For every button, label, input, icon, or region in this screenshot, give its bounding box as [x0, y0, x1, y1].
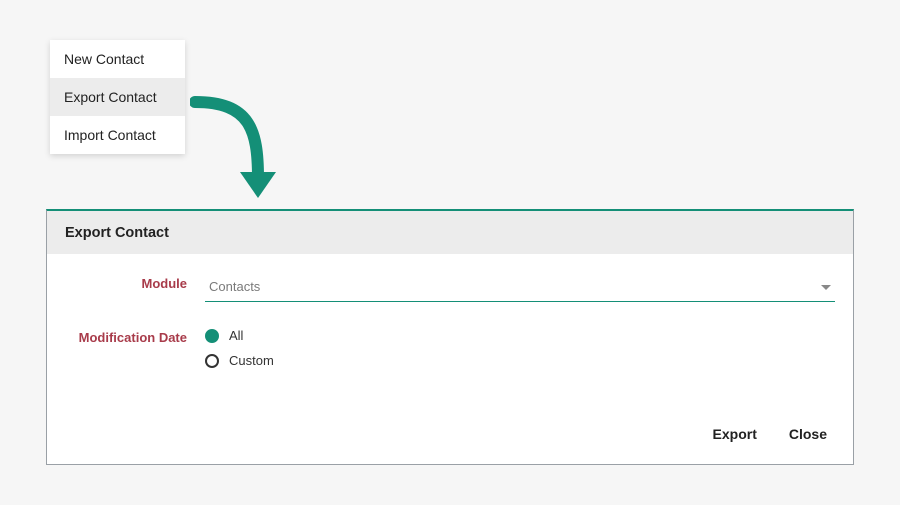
menu-item-label: New Contact: [64, 51, 144, 67]
module-dropdown-value: Contacts: [209, 279, 260, 294]
menu-item-label: Export Contact: [64, 89, 157, 105]
chevron-down-icon: [821, 278, 831, 296]
arrow-icon: [190, 90, 290, 210]
radio-label: Custom: [229, 353, 274, 368]
module-dropdown[interactable]: Contacts: [205, 272, 835, 302]
dialog-title: Export Contact: [47, 211, 853, 254]
context-menu: New Contact Export Contact Import Contac…: [50, 40, 185, 154]
radio-dot-icon: [205, 329, 219, 343]
export-contact-dialog: Export Contact Module Contacts Modificat…: [46, 209, 854, 465]
radio-dot-icon: [205, 354, 219, 368]
dialog-body: Module Contacts Modification Date All: [47, 254, 853, 412]
field-modification-date: Modification Date All Custom: [65, 326, 835, 378]
field-label-modification-date: Modification Date: [65, 326, 205, 345]
menu-item-label: Import Contact: [64, 127, 156, 143]
menu-item-export-contact[interactable]: Export Contact: [50, 78, 185, 116]
close-button[interactable]: Close: [787, 422, 829, 446]
field-label-module: Module: [65, 272, 205, 291]
export-button[interactable]: Export: [711, 422, 759, 446]
field-module: Module Contacts: [65, 272, 835, 302]
menu-item-new-contact[interactable]: New Contact: [50, 40, 185, 78]
radio-label: All: [229, 328, 243, 343]
radio-all[interactable]: All: [205, 328, 835, 343]
radio-custom[interactable]: Custom: [205, 353, 835, 368]
menu-item-import-contact[interactable]: Import Contact: [50, 116, 185, 154]
dialog-footer: Export Close: [47, 412, 853, 464]
